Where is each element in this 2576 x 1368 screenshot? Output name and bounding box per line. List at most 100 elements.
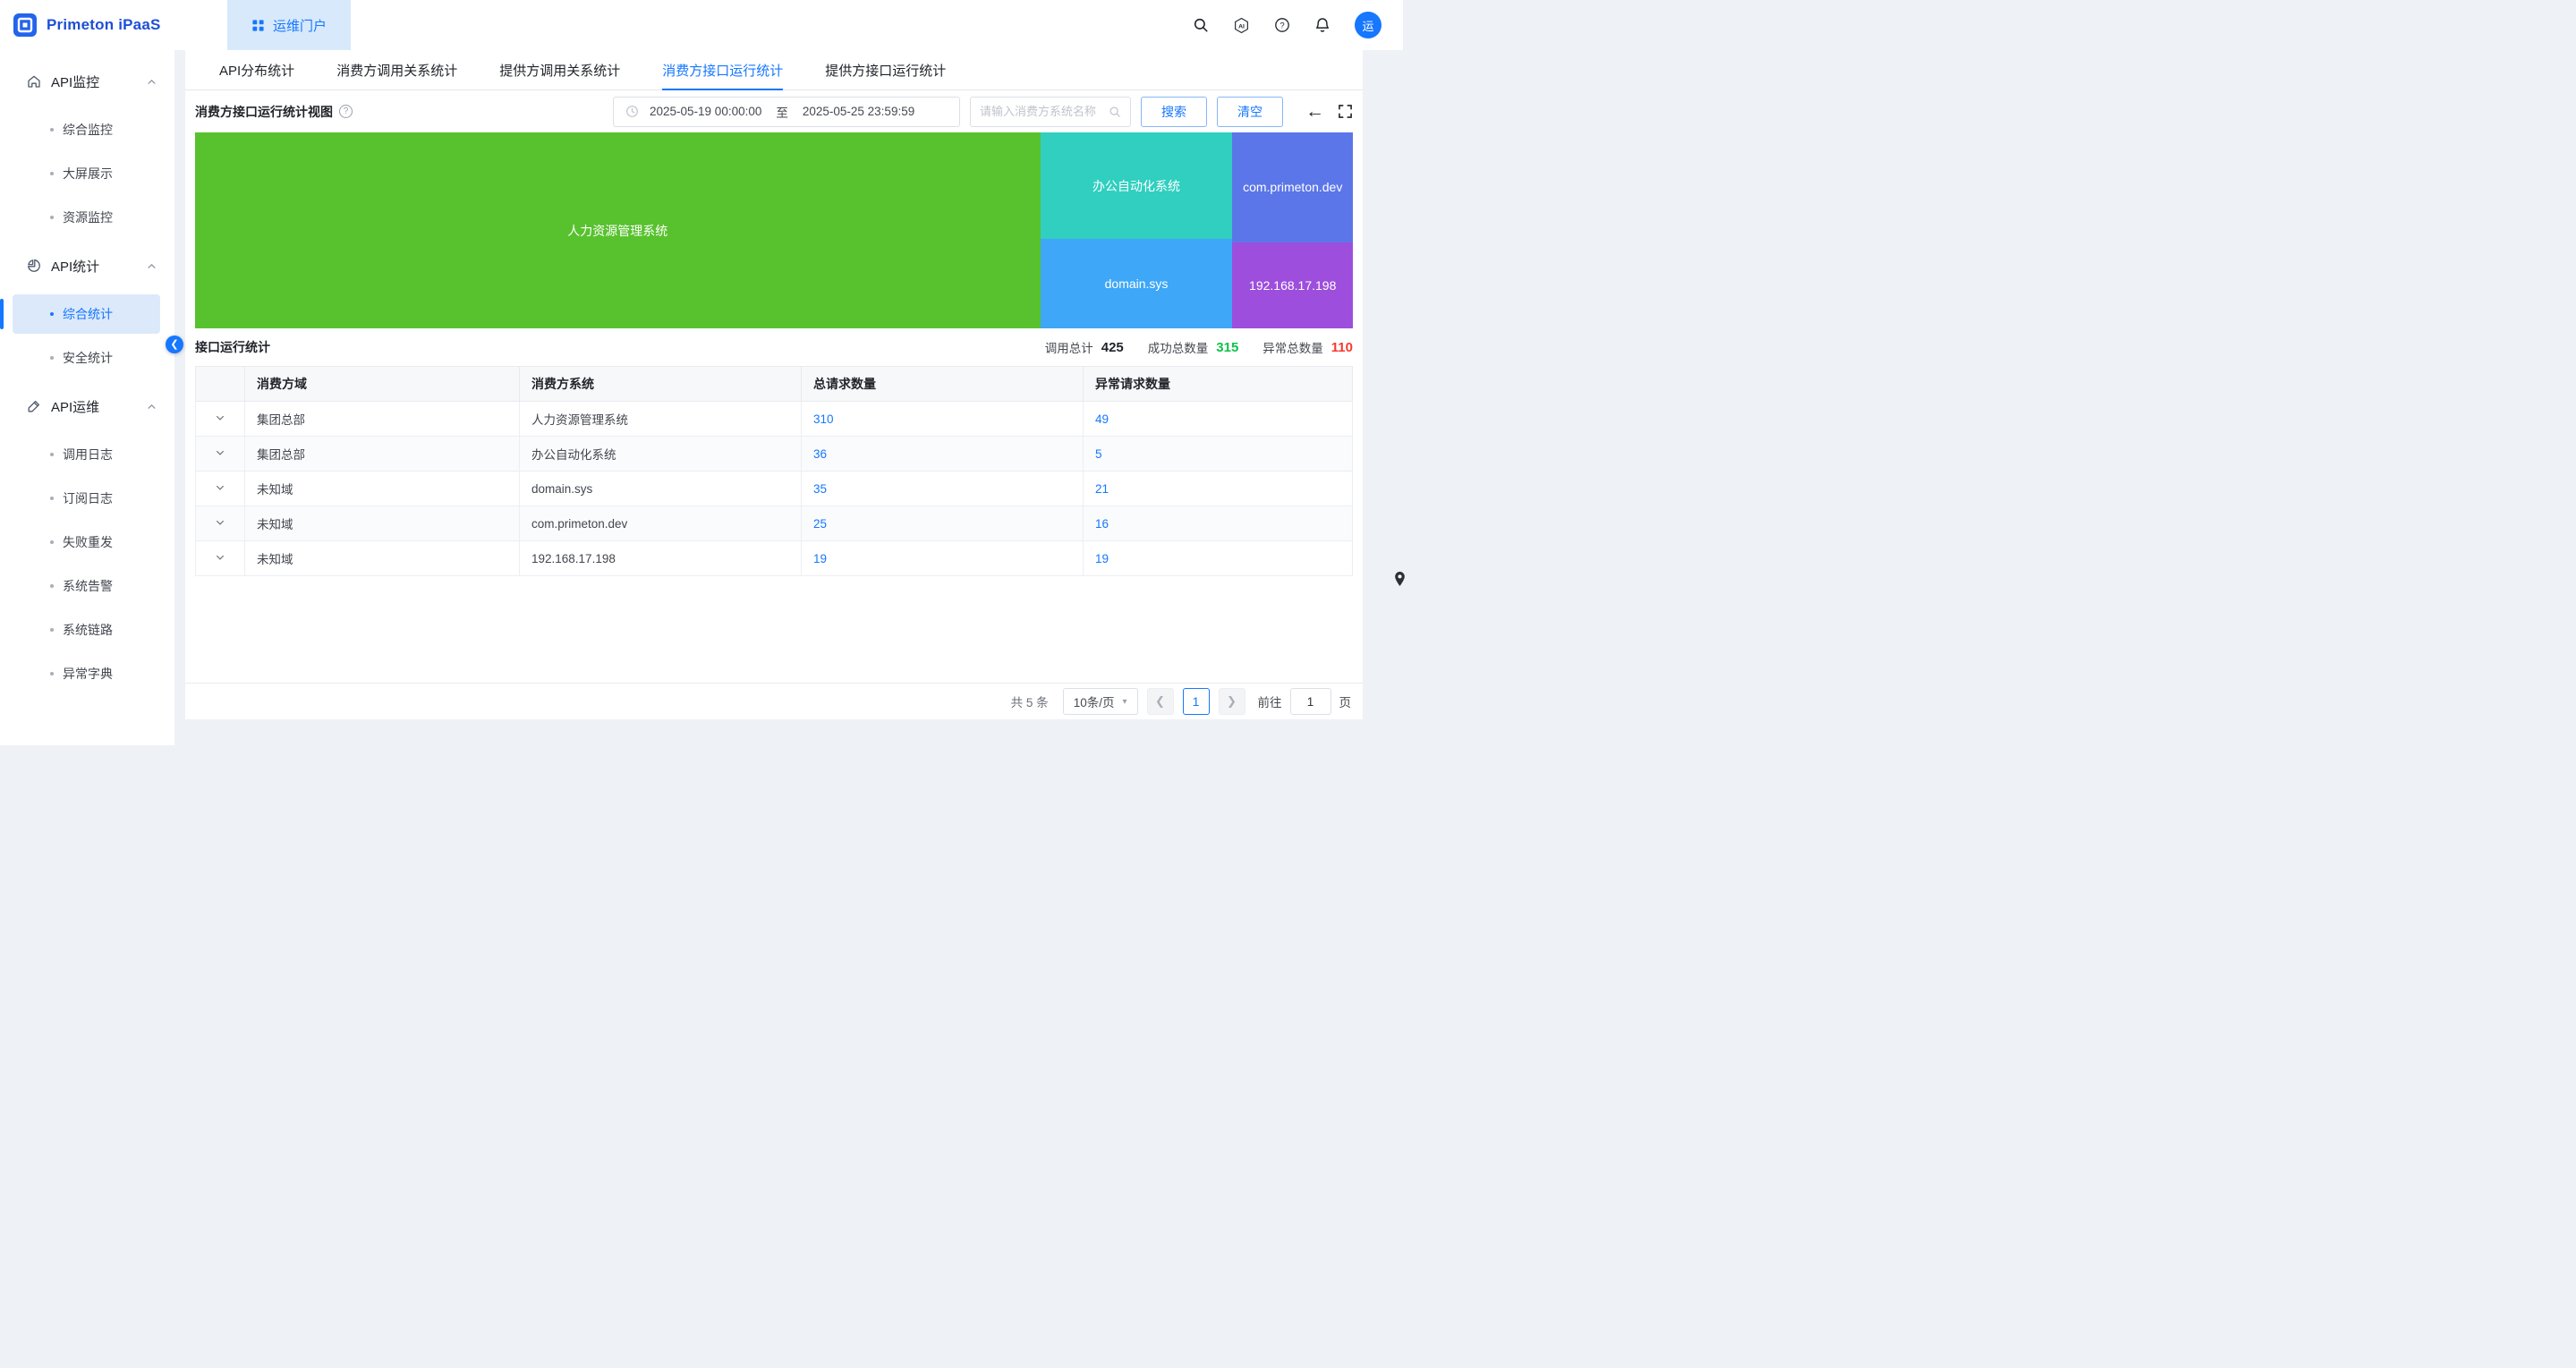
sidebar-item[interactable]: 资源监控 [13, 198, 160, 237]
row-expand-chevron-down-icon[interactable] [215, 552, 225, 563]
app-root: Primeton iPaaS 运维门户 AI ? 运 [0, 0, 1403, 745]
stat-success-label: 成功总数量 [1148, 338, 1209, 356]
sidebar-item[interactable]: 综合监控 [13, 110, 160, 149]
page-number-button[interactable]: 1 [1183, 688, 1210, 715]
sidebar-section[interactable]: API监控 [0, 57, 174, 106]
goto-page-input[interactable] [1290, 688, 1331, 715]
page-size-value: 10条/页 [1074, 692, 1115, 710]
prev-page-icon: ❮ [1155, 694, 1165, 709]
treemap-node-label: domain.sys [1105, 276, 1169, 291]
stats-row: 接口运行统计 调用总计 425 成功总数量 315 异常总数量 110 [185, 328, 1363, 366]
clock-icon [625, 105, 639, 118]
bell-icon[interactable] [1314, 17, 1331, 33]
toolbar-actions: 2025-05-19 00:00:00 至 2025-05-25 23:59:5… [613, 97, 1353, 127]
sidebar-section[interactable]: API统计 [0, 242, 174, 290]
table-body: 集团总部 人力资源管理系统 310 49 集团总部 办公自动化系统 36 5 未… [196, 402, 1353, 576]
prev-page-button[interactable]: ❮ [1147, 688, 1174, 715]
treemap-node[interactable]: 人力资源管理系统 [195, 132, 1041, 328]
portal-tab-operations[interactable]: 运维门户 [227, 0, 351, 50]
tab-item[interactable]: 提供方调用关系统计 [499, 50, 620, 89]
treemap-node-label: com.primeton.dev [1243, 180, 1342, 194]
sidebar-section[interactable]: API运维 [0, 382, 174, 430]
row-expand-chevron-down-icon[interactable] [215, 447, 225, 458]
clear-button[interactable]: 清空 [1217, 97, 1283, 127]
info-icon[interactable]: ? [339, 105, 353, 118]
svg-text:?: ? [1279, 21, 1284, 30]
bullet-dot [50, 356, 54, 360]
chevron-down-icon: ▾ [1122, 697, 1126, 707]
date-start: 2025-05-19 00:00:00 [650, 105, 761, 118]
sidebar-item[interactable]: 综合统计 [13, 294, 160, 334]
treemap-node[interactable]: 192.168.17.198 [1232, 242, 1353, 328]
cell-error-requests-link[interactable]: 21 [1095, 482, 1109, 496]
ai-assistant-icon[interactable]: AI [1233, 17, 1250, 34]
stat-error-label: 异常总数量 [1262, 338, 1323, 356]
avatar[interactable]: 运 [1355, 12, 1382, 38]
goto-prefix: 前往 [1258, 692, 1282, 710]
cell-error-requests-link[interactable]: 19 [1095, 552, 1109, 565]
sidebar-section-label: API监控 [51, 72, 99, 91]
cell-total-requests-link[interactable]: 25 [813, 517, 827, 531]
cell-consumer-system: 人力资源管理系统 [520, 402, 802, 437]
page-size-select[interactable]: 10条/页 ▾ [1063, 688, 1138, 715]
tab-item[interactable]: API分布统计 [219, 50, 294, 89]
cell-total-requests-link[interactable]: 36 [813, 447, 827, 461]
treemap-node[interactable]: 办公自动化系统 [1041, 132, 1233, 239]
sidebar-item[interactable]: 异常字典 [13, 654, 160, 693]
next-page-button[interactable]: ❯ [1219, 688, 1245, 715]
next-page-icon: ❯ [1227, 694, 1237, 709]
sidebar-item-label: 系统链路 [63, 621, 113, 639]
fullscreen-icon[interactable] [1338, 104, 1353, 119]
expand-column-header [196, 367, 245, 402]
sidebar-item[interactable]: 大屏展示 [13, 154, 160, 193]
cell-consumer-system: com.primeton.dev [520, 506, 802, 541]
treemap-node[interactable]: domain.sys [1041, 239, 1233, 328]
stat-success-value: 315 [1216, 340, 1238, 355]
main-content: API分布统计 消费方调用关系统计 提供方调用关系统计 消费方接口运行统计 提供方接口运… [185, 50, 1363, 719]
sidebar-item-label: 综合监控 [63, 121, 113, 139]
bullet-dot [50, 628, 54, 632]
pie-chart-icon [27, 259, 41, 273]
tab-item[interactable]: 提供方接口运行统计 [825, 50, 946, 89]
cell-error-requests-link[interactable]: 16 [1095, 517, 1109, 531]
bullet-dot [50, 672, 54, 676]
cell-error-requests-link[interactable]: 5 [1095, 447, 1102, 461]
consumer-search-input[interactable] [980, 105, 1109, 118]
date-end: 2025-05-25 23:59:59 [803, 105, 914, 118]
location-pin-icon[interactable] [1392, 570, 1407, 592]
bullet-dot [50, 453, 54, 456]
sidebar-section-label: API统计 [51, 257, 99, 276]
cell-error-requests-link[interactable]: 49 [1095, 412, 1109, 426]
pagination: 共 5 条 10条/页 ▾ ❮ 1 ❯ 前往 页 [185, 683, 1363, 719]
sidebar-item[interactable]: 安全统计 [13, 338, 160, 378]
sidebar-item[interactable]: 系统告警 [13, 566, 160, 606]
search-button[interactable]: 搜索 [1141, 97, 1207, 127]
tab-item[interactable]: 消费方接口运行统计 [662, 50, 783, 89]
consumer-search-box [970, 97, 1131, 127]
sidebar-item[interactable]: 调用日志 [13, 435, 160, 474]
sidebar-item[interactable]: 失败重发 [13, 523, 160, 562]
date-range-picker[interactable]: 2025-05-19 00:00:00 至 2025-05-25 23:59:5… [613, 97, 960, 127]
stat-error-value: 110 [1331, 340, 1353, 355]
bullet-dot [50, 128, 54, 132]
bullet-dot [50, 497, 54, 500]
help-icon[interactable]: ? [1274, 17, 1290, 33]
search-icon[interactable] [1193, 17, 1209, 33]
sidebar-item[interactable]: 订阅日志 [13, 479, 160, 518]
sidebar-collapse-button[interactable]: ❮ [166, 336, 183, 353]
column-header: 总请求数量 [802, 367, 1084, 402]
back-arrow-icon[interactable]: ← [1305, 102, 1324, 121]
row-expand-chevron-down-icon[interactable] [215, 517, 225, 528]
cell-total-requests-link[interactable]: 19 [813, 552, 827, 565]
tab-item[interactable]: 消费方调用关系统计 [336, 50, 457, 89]
chevron-up-icon [147, 402, 157, 412]
row-expand-chevron-down-icon[interactable] [215, 412, 225, 423]
cell-total-requests-link[interactable]: 310 [813, 412, 834, 426]
treemap-node[interactable]: com.primeton.dev [1232, 132, 1353, 242]
row-expand-chevron-down-icon[interactable] [215, 482, 225, 493]
sidebar-item[interactable]: 系统链路 [13, 610, 160, 650]
cell-consumer-domain: 集团总部 [245, 402, 520, 437]
cell-total-requests-link[interactable]: 35 [813, 482, 827, 496]
treemap-node-label: 办公自动化系统 [1092, 177, 1180, 195]
cell-consumer-domain: 未知域 [245, 506, 520, 541]
